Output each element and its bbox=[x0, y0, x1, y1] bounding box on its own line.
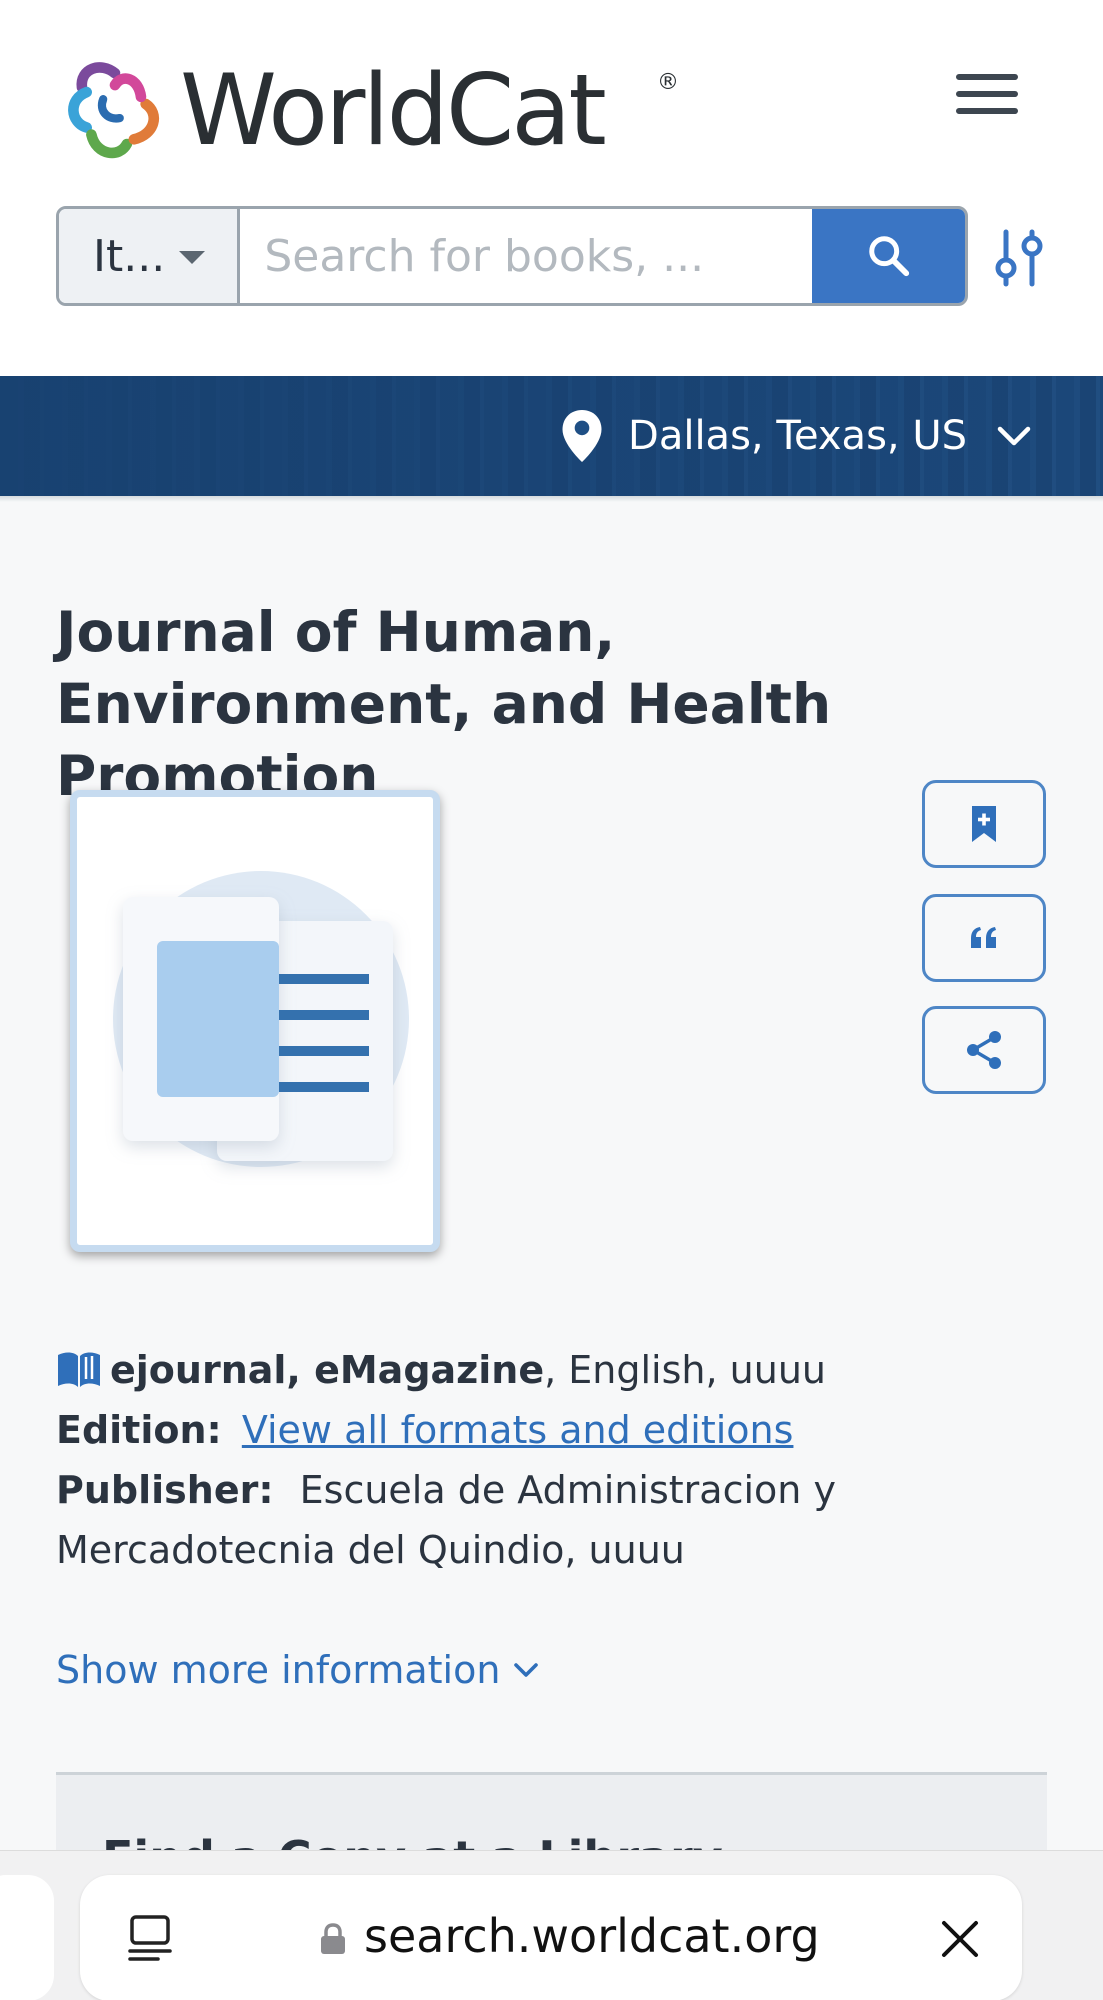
chevron-down-icon bbox=[514, 1663, 539, 1677]
format-type: ejournal, eMagazine bbox=[110, 1348, 545, 1392]
view-all-editions-link[interactable]: View all formats and editions bbox=[242, 1408, 794, 1452]
search-button[interactable] bbox=[812, 209, 965, 303]
publisher-value-cont: Mercadotecnia del Quindio, uuuu bbox=[56, 1528, 685, 1572]
search-input[interactable] bbox=[240, 209, 813, 303]
quote-icon bbox=[971, 927, 996, 948]
magnifier-icon bbox=[868, 236, 909, 277]
share-icon bbox=[967, 1031, 1001, 1069]
address-bar[interactable]: search.worldcat.org bbox=[80, 1875, 1022, 2000]
publisher-label: Publisher: bbox=[56, 1468, 274, 1512]
edition-line: Edition: View all formats and editions bbox=[56, 1400, 793, 1460]
document-placeholder-icon bbox=[113, 871, 409, 1167]
reader-mode-icon[interactable] bbox=[128, 1913, 172, 1963]
registered-mark: ® bbox=[657, 70, 679, 95]
browser-bottom-bar: search.worldcat.org bbox=[0, 1850, 1103, 2000]
banner-shadow bbox=[0, 496, 1103, 502]
previous-tab-stub[interactable] bbox=[0, 1875, 54, 2000]
save-to-list-button[interactable] bbox=[922, 780, 1046, 868]
worldcat-logo-mark-icon bbox=[68, 62, 160, 159]
format-line: ejournal, eMagazine, English, uuuu bbox=[56, 1340, 826, 1400]
hamburger-menu-icon[interactable] bbox=[956, 74, 1018, 120]
chevron-down-icon bbox=[997, 426, 1031, 446]
search-bar: It... bbox=[56, 206, 968, 306]
show-more-information-link[interactable]: Show more information bbox=[56, 1648, 540, 1692]
search-type-label: It... bbox=[93, 230, 166, 282]
cite-button[interactable] bbox=[922, 894, 1046, 982]
cover-image bbox=[70, 790, 440, 1252]
share-button[interactable] bbox=[922, 1006, 1046, 1094]
worldcat-logo[interactable]: WorldCat bbox=[56, 52, 607, 170]
show-more-label: Show more information bbox=[56, 1648, 501, 1692]
edition-label: Edition: bbox=[56, 1408, 222, 1452]
sliders-icon[interactable] bbox=[990, 228, 1048, 288]
publisher-line: Publisher: Escuela de Administracion y bbox=[56, 1460, 836, 1520]
lock-icon bbox=[321, 1923, 345, 1954]
location-banner: Dallas, Texas, US bbox=[0, 376, 1103, 496]
format-details: , English, uuuu bbox=[544, 1348, 826, 1392]
search-type-select[interactable]: It... bbox=[59, 209, 241, 303]
publisher-line-2: Mercadotecnia del Quindio, uuuu bbox=[56, 1520, 685, 1580]
publisher-value: Escuela de Administracion y bbox=[299, 1468, 836, 1512]
site-header: WorldCat ® It... bbox=[0, 0, 1103, 376]
page-title: Journal of Human, Environment, and Healt… bbox=[56, 600, 832, 808]
location-selector[interactable]: Dallas, Texas, US bbox=[562, 376, 1031, 496]
bookmark-plus-icon bbox=[972, 806, 996, 842]
close-icon[interactable] bbox=[940, 1919, 980, 1959]
url-text: search.worldcat.org bbox=[364, 1909, 820, 1963]
map-pin-icon bbox=[562, 410, 602, 462]
caret-down-icon bbox=[179, 251, 206, 264]
ejournal-book-icon bbox=[58, 1352, 100, 1387]
location-text: Dallas, Texas, US bbox=[628, 413, 967, 459]
logo-wordmark: WorldCat bbox=[180, 54, 607, 168]
